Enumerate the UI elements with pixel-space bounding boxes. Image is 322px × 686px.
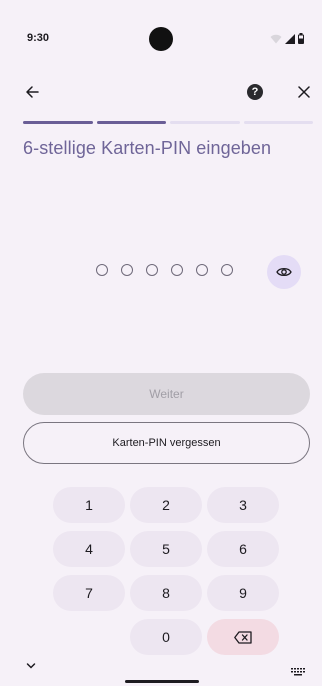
key-7[interactable]: 7 xyxy=(53,575,125,611)
pin-digit-placeholder xyxy=(171,264,183,276)
pin-digit-placeholder xyxy=(146,264,158,276)
page-title: 6-stellige Karten-PIN eingeben xyxy=(23,138,272,158)
key-5[interactable]: 5 xyxy=(130,531,202,567)
app-bar: ? xyxy=(0,78,322,110)
key-3[interactable]: 3 xyxy=(207,487,279,523)
close-button[interactable] xyxy=(290,78,318,106)
chevron-down-icon[interactable] xyxy=(26,662,36,670)
status-icons xyxy=(270,33,304,44)
arrow-left-icon xyxy=(26,86,39,98)
backspace-icon xyxy=(234,630,252,644)
pin-input[interactable] xyxy=(96,264,233,276)
pin-digit-placeholder xyxy=(121,264,133,276)
status-time: 9:30 xyxy=(27,32,50,44)
key-8[interactable]: 8 xyxy=(130,575,202,611)
backspace-button[interactable] xyxy=(207,619,279,655)
pin-digit-placeholder xyxy=(96,264,108,276)
help-button[interactable]: ? xyxy=(244,81,266,103)
key-2[interactable]: 2 xyxy=(130,487,202,523)
forgot-pin-button[interactable]: Karten-PIN vergessen xyxy=(23,422,310,464)
show-pin-toggle[interactable] xyxy=(267,255,301,289)
wifi-icon xyxy=(270,34,282,43)
progress-step xyxy=(243,121,313,124)
step-progress xyxy=(23,121,313,124)
key-6[interactable]: 6 xyxy=(207,531,279,567)
pin-digit-placeholder xyxy=(221,264,233,276)
keyboard-icon[interactable] xyxy=(291,668,305,676)
progress-step xyxy=(170,121,240,124)
system-nav-bar xyxy=(0,656,322,686)
battery-icon xyxy=(298,33,304,44)
status-bar: 9:30 xyxy=(0,0,322,58)
close-icon xyxy=(298,86,310,98)
key-9[interactable]: 9 xyxy=(207,575,279,611)
pin-digit-placeholder xyxy=(196,264,208,276)
signal-icon xyxy=(285,33,295,44)
key-0[interactable]: 0 xyxy=(130,619,202,655)
key-1[interactable]: 1 xyxy=(53,487,125,523)
key-4[interactable]: 4 xyxy=(53,531,125,567)
back-button[interactable] xyxy=(18,78,46,106)
progress-step xyxy=(96,121,166,124)
help-icon: ? xyxy=(247,84,263,100)
home-handle[interactable] xyxy=(125,680,199,683)
continue-button[interactable]: Weiter xyxy=(23,373,310,415)
progress-step xyxy=(23,121,93,124)
eye-icon xyxy=(276,267,292,277)
camera-cutout xyxy=(149,27,173,51)
